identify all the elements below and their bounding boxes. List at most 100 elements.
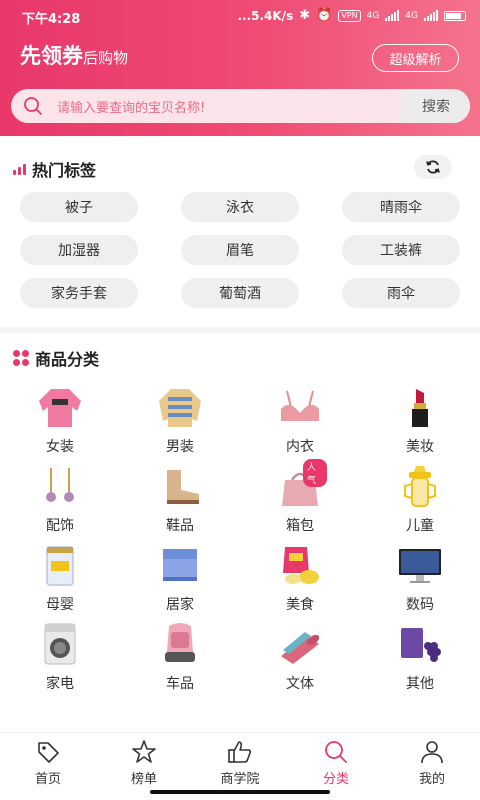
category-label: 文体 xyxy=(286,676,314,692)
search-icon xyxy=(24,97,42,115)
search-icon xyxy=(325,741,347,763)
category-label: 鞋品 xyxy=(166,518,194,534)
category-item[interactable]: 儿童 xyxy=(360,461,480,538)
hot-tag[interactable]: 眉笔 xyxy=(181,235,299,265)
popular-badge: 人气 xyxy=(303,459,327,487)
hot-tag[interactable]: 加湿器 xyxy=(20,235,138,265)
hot-tag[interactable]: 泳衣 xyxy=(181,192,299,222)
earrings-icon xyxy=(46,468,74,502)
lipstick-icon xyxy=(412,389,428,427)
categories-icon xyxy=(13,350,29,366)
hot-tag[interactable]: 家务手套 xyxy=(20,278,138,308)
person-icon xyxy=(421,741,443,764)
snack-bag-icon xyxy=(283,547,319,584)
category-item[interactable]: 其他 xyxy=(360,619,480,696)
category-item[interactable]: 居家 xyxy=(120,540,240,617)
category-item[interactable]: 美食 xyxy=(240,540,360,617)
category-item[interactable]: 数码 xyxy=(360,540,480,617)
bedding-icon xyxy=(163,549,197,581)
category-grid: 女装 男装 内衣 美妆 配饰 鞋品 人气 箱包 儿童 母婴 居家 美食 数码 家… xyxy=(0,382,480,696)
tab-home[interactable]: 首页 xyxy=(0,733,96,800)
yoga-mat-icon xyxy=(281,632,320,664)
category-label: 男装 xyxy=(166,439,194,455)
category-item[interactable]: 内衣 xyxy=(240,382,360,459)
category-item[interactable]: 人气 箱包 xyxy=(240,459,360,538)
header: 下午4:28 ...5.4K/s ✱ ⏰ VPN 4G 4G 先领券后购物 超级… xyxy=(0,0,480,136)
star-icon xyxy=(132,740,156,763)
category-label: 居家 xyxy=(166,597,194,613)
hot-tag[interactable]: 晴雨伞 xyxy=(342,192,460,222)
tab-label: 分类 xyxy=(322,772,349,787)
hot-tag[interactable]: 被子 xyxy=(20,192,138,222)
category-label: 数码 xyxy=(406,597,434,613)
status-bar: 下午4:28 ...5.4K/s ✱ ⏰ VPN 4G 4G xyxy=(0,0,480,32)
signal-icon xyxy=(385,10,400,21)
category-item[interactable]: 女装 xyxy=(0,382,120,459)
boots-icon xyxy=(167,470,199,504)
brand-title: 先领券 xyxy=(20,44,83,68)
grape-box-icon xyxy=(401,628,441,662)
category-item[interactable]: 家电 xyxy=(0,619,120,696)
refresh-icon xyxy=(426,160,440,174)
category-label: 其他 xyxy=(406,676,434,692)
monitor-icon xyxy=(399,549,441,583)
category-item[interactable]: 男装 xyxy=(120,382,240,459)
tab-label: 我的 xyxy=(418,772,445,787)
status-right: ...5.4K/s ✱ ⏰ VPN 4G 4G xyxy=(237,8,466,23)
category-label: 车品 xyxy=(166,676,194,692)
hot-tags-title: 热门标签 xyxy=(32,161,97,180)
search-button[interactable]: 搜索 xyxy=(402,89,470,123)
alarm-icon: ⏰ xyxy=(316,8,333,23)
thumbs-up-icon xyxy=(228,741,252,763)
category-label: 箱包 xyxy=(286,518,314,534)
categories-header: 商品分类 xyxy=(13,346,99,370)
car-seat-icon xyxy=(165,623,195,662)
tag-icon xyxy=(38,742,59,763)
pink-sweater-icon xyxy=(39,389,81,427)
search-bar[interactable]: 请输入要查询的宝贝名称! 搜索 xyxy=(11,89,470,123)
hot-tags-icon xyxy=(13,163,26,175)
home-indicator xyxy=(150,790,330,794)
tab-label: 首页 xyxy=(34,772,61,787)
brand-subtitle: 后购物 xyxy=(83,49,129,67)
search-input[interactable]: 请输入要查询的宝贝名称! xyxy=(57,97,205,116)
tab-mine[interactable]: 我的 xyxy=(384,733,480,800)
category-item[interactable]: 母婴 xyxy=(0,540,120,617)
category-item[interactable]: 美妆 xyxy=(360,382,480,459)
washing-machine-icon xyxy=(44,623,76,665)
battery-icon xyxy=(444,10,466,21)
bluetooth-icon: ✱ xyxy=(299,8,311,23)
network-type-2: 4G xyxy=(405,10,418,21)
category-label: 美妆 xyxy=(406,439,434,455)
hot-tag[interactable]: 工装裤 xyxy=(342,235,460,265)
tab-label: 榜单 xyxy=(130,772,157,787)
vpn-badge: VPN xyxy=(338,9,361,22)
brand-slogan: 先领券后购物 xyxy=(20,40,128,70)
category-item[interactable]: 配饰 xyxy=(0,461,120,538)
super-parse-button[interactable]: 超级解析 xyxy=(372,44,459,72)
category-item[interactable]: 文体 xyxy=(240,619,360,696)
milk-powder-icon xyxy=(46,546,74,586)
network-speed: ...5.4K/s xyxy=(237,8,294,23)
category-label: 女装 xyxy=(46,439,74,455)
bra-icon xyxy=(281,390,319,421)
striped-sweater-icon xyxy=(159,389,201,427)
hot-tags-header: 热门标签 xyxy=(13,157,96,181)
tab-label: 商学院 xyxy=(220,772,260,787)
status-time: 下午4:28 xyxy=(22,12,81,27)
hot-tag[interactable]: 雨伞 xyxy=(342,278,460,308)
category-label: 母婴 xyxy=(46,597,74,613)
category-item[interactable]: 车品 xyxy=(120,619,240,696)
network-type-1: 4G xyxy=(366,10,380,21)
category-item[interactable]: 鞋品 xyxy=(120,461,240,538)
hot-tag[interactable]: 葡萄酒 xyxy=(181,278,299,308)
category-label: 内衣 xyxy=(286,439,314,455)
signal-icon-2 xyxy=(424,10,438,21)
refresh-button[interactable] xyxy=(414,155,452,179)
baby-bottle-icon xyxy=(404,466,436,507)
category-label: 配饰 xyxy=(46,518,74,534)
categories-title: 商品分类 xyxy=(35,350,100,369)
category-label: 儿童 xyxy=(406,518,434,534)
hot-tags-grid: 被子 泳衣 晴雨伞 加湿器 眉笔 工装裤 家务手套 葡萄酒 雨伞 xyxy=(20,192,460,308)
category-label: 家电 xyxy=(46,676,74,692)
